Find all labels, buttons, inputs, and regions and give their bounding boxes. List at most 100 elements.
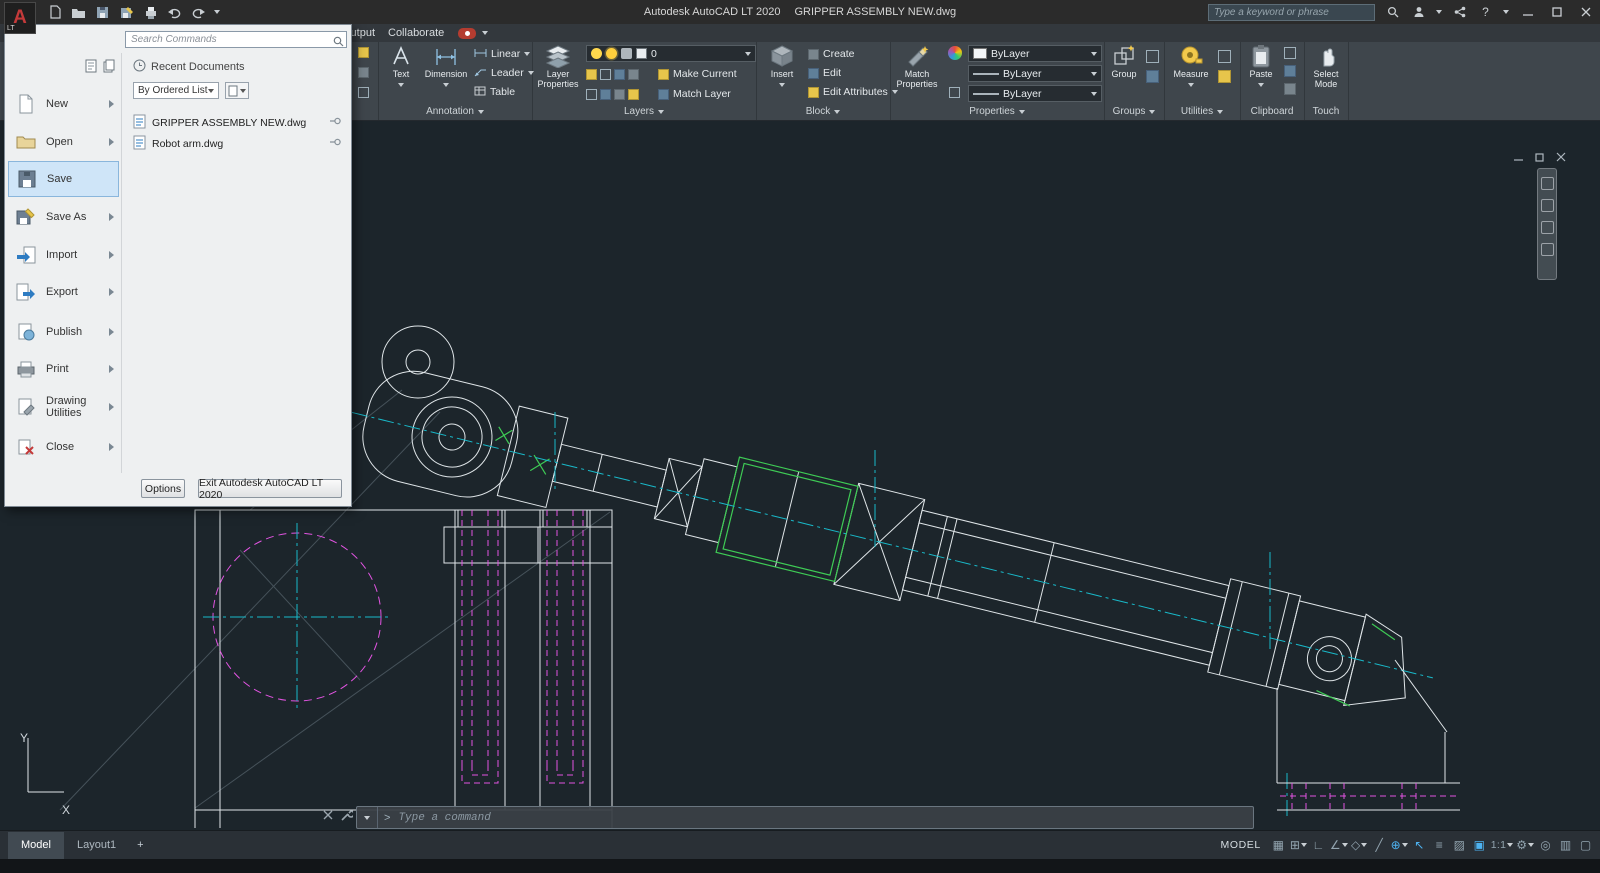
layer-walk-icon[interactable] (628, 88, 639, 100)
properties-list-icon[interactable] (949, 87, 960, 98)
measure-button[interactable]: Measure (1170, 44, 1212, 89)
qat-save-as-icon[interactable] (118, 4, 135, 21)
layer-unisolate-icon[interactable] (586, 88, 597, 100)
layer-isolate-icon[interactable] (600, 68, 611, 80)
properties-panel-label[interactable]: Properties (890, 104, 1104, 119)
pin-icon[interactable] (329, 116, 341, 129)
layer-dropdown[interactable]: 0 (586, 45, 756, 62)
lineweight-icon[interactable]: ≡ (1431, 835, 1448, 855)
menu-item-open[interactable]: Open (8, 124, 119, 160)
help-caret-icon[interactable] (1503, 10, 1509, 14)
match-properties-button[interactable]: Match Properties (892, 44, 942, 89)
menu-item-publish[interactable]: Publish (8, 314, 119, 350)
featured-apps-icon[interactable] (458, 28, 476, 39)
menu-item-import[interactable]: Import (8, 237, 119, 273)
sign-in-person-icon[interactable] (1410, 4, 1427, 21)
snap-icon[interactable]: ⊞ (1290, 835, 1307, 855)
isolate-objects-icon[interactable]: ◎ (1537, 835, 1554, 855)
doc-restore-icon[interactable] (1533, 150, 1546, 163)
search-icon[interactable] (1384, 4, 1401, 21)
recent-documents-toggle-icon[interactable] (83, 58, 98, 73)
layers-panel-label[interactable]: Layers (532, 104, 756, 119)
menu-search-input[interactable] (125, 31, 347, 48)
utilities-panel-label[interactable]: Utilities (1164, 104, 1240, 119)
layer-freeze-icon[interactable] (614, 68, 625, 80)
paste-special-icon[interactable] (1284, 83, 1296, 95)
help-icon[interactable]: ? (1477, 4, 1494, 21)
layer-unlock-all-icon[interactable] (614, 88, 625, 100)
menu-item-save-as[interactable]: Save As (8, 199, 119, 235)
layer-off-icon[interactable] (586, 68, 597, 80)
qat-plot-icon[interactable] (142, 4, 159, 21)
command-input[interactable] (396, 810, 1253, 825)
ortho-icon[interactable]: ∟ (1310, 835, 1327, 855)
orbit-icon[interactable] (1540, 243, 1554, 256)
sign-in-caret-icon[interactable] (1436, 10, 1442, 14)
model-space-label[interactable]: MODEL (1221, 839, 1261, 851)
polar-icon[interactable]: ∠ (1330, 835, 1348, 855)
color-wheel-icon[interactable] (948, 46, 962, 60)
layer-lock-icon[interactable] (628, 68, 639, 80)
layer-properties-button[interactable]: Layer Properties (534, 44, 582, 89)
leader-button[interactable]: Leader (474, 64, 534, 82)
make-current-button[interactable]: Make Current (658, 65, 737, 83)
linear-button[interactable]: Linear (474, 45, 531, 63)
select-mode-button[interactable]: Select Mode (1306, 44, 1346, 89)
qat-customize-caret-icon[interactable] (214, 10, 220, 14)
polyline-tool-icon[interactable] (358, 67, 369, 78)
otrack-icon[interactable]: ╱ (1371, 835, 1388, 855)
recent-doc-item[interactable]: GRIPPER ASSEMBLY NEW.dwg (129, 113, 345, 132)
menu-item-drawing-utilities[interactable]: Drawing Utilities (8, 389, 119, 425)
clean-screen-icon[interactable]: ▢ (1577, 835, 1594, 855)
application-menu-button[interactable]: A LT (4, 2, 36, 34)
quick-calc-icon[interactable] (1218, 50, 1231, 63)
grid-icon[interactable]: ▦ (1270, 835, 1287, 855)
paste-button[interactable]: Paste (1244, 44, 1278, 89)
maximize-button[interactable] (1547, 2, 1567, 22)
dimension-button[interactable]: Dimension (422, 44, 470, 89)
copy-icon[interactable] (1284, 65, 1296, 77)
close-button[interactable] (1576, 2, 1596, 22)
share-icon[interactable] (1451, 4, 1468, 21)
edit-attributes-button[interactable]: Edit Attributes (808, 83, 898, 101)
text-button[interactable]: Text (382, 44, 420, 89)
layer-thaw-all-icon[interactable] (600, 88, 611, 100)
block-panel-label[interactable]: Block (756, 104, 890, 119)
create-block-button[interactable]: Create (808, 45, 855, 63)
menu-item-close[interactable]: Close (8, 429, 119, 465)
qat-save-icon[interactable] (94, 4, 111, 21)
groups-panel-label[interactable]: Groups (1104, 104, 1164, 119)
steering-wheel-icon[interactable] (1540, 177, 1554, 190)
menu-item-print[interactable]: Print (8, 351, 119, 387)
options-button[interactable]: Options (141, 479, 185, 498)
object-color-dropdown[interactable]: ByLayer (968, 45, 1102, 62)
menu-item-new[interactable]: New (8, 86, 119, 122)
match-layer-button[interactable]: Match Layer (658, 85, 731, 103)
tab-collaborate[interactable]: Collaborate (382, 24, 450, 42)
open-documents-toggle-icon[interactable] (101, 58, 116, 73)
navigation-bar[interactable] (1537, 168, 1557, 280)
spline-tool-icon[interactable] (358, 87, 369, 98)
annotation-scale-button[interactable]: 1:1 (1491, 835, 1514, 855)
selection-cycling-icon[interactable]: ▣ (1471, 835, 1488, 855)
exit-button[interactable]: Exit Autodesk AutoCAD LT 2020 (198, 477, 342, 501)
transparency-icon[interactable]: ▨ (1451, 835, 1468, 855)
isodraft-icon[interactable]: ◇ (1351, 835, 1368, 855)
qat-open-icon[interactable] (70, 4, 87, 21)
qat-new-icon[interactable] (46, 4, 63, 21)
edit-block-button[interactable]: Edit (808, 64, 841, 82)
id-point-icon[interactable] (1218, 70, 1231, 83)
annotation-panel-label[interactable]: Annotation (378, 104, 532, 119)
graphics-performance-icon[interactable]: ▥ (1557, 835, 1574, 855)
command-close-icon[interactable] (322, 809, 334, 821)
group-edit-icon[interactable] (1146, 70, 1159, 83)
tab-overflow-caret-icon[interactable] (482, 31, 488, 35)
recent-view-dropdown[interactable] (225, 82, 249, 99)
pin-icon[interactable] (329, 137, 341, 150)
pan-icon[interactable] (1540, 199, 1554, 212)
help-search-input[interactable] (1208, 3, 1375, 21)
cut-icon[interactable] (1284, 47, 1296, 59)
doc-close-icon[interactable] (1554, 150, 1567, 163)
lineweight-dropdown[interactable]: ByLayer (968, 65, 1102, 82)
command-line[interactable]: > (356, 806, 1254, 829)
